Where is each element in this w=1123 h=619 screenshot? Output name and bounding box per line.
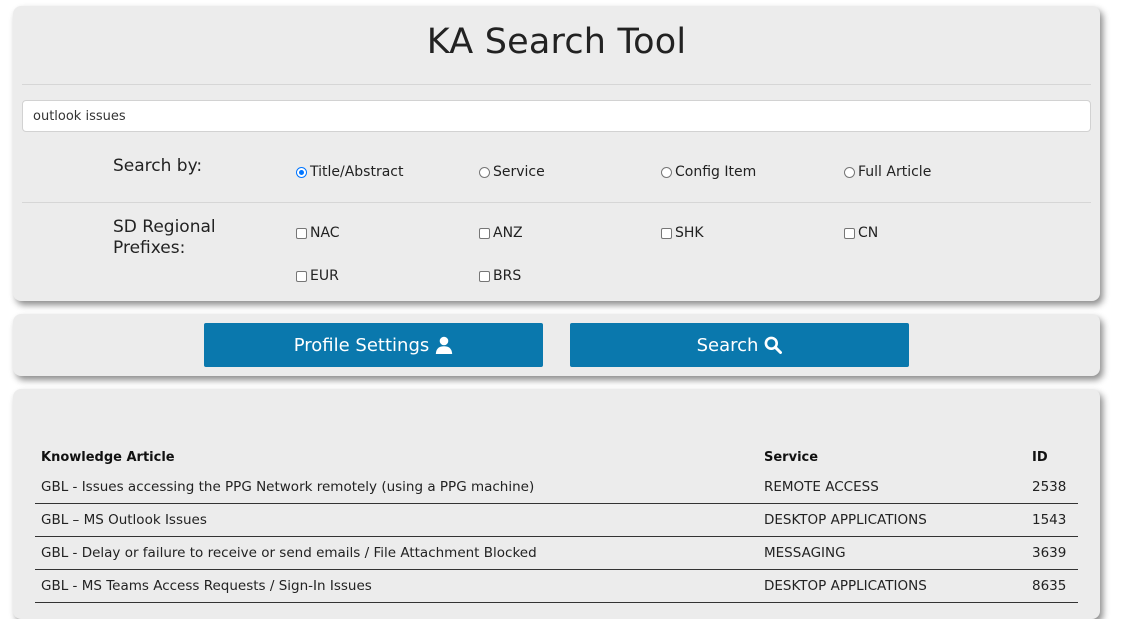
actions-panel: Profile Settings Search: [13, 314, 1100, 376]
article-link[interactable]: GBL - Issues accessing the PPG Network r…: [35, 471, 758, 504]
service-cell: MESSAGING: [764, 545, 846, 561]
radio-indicator[interactable]: [296, 166, 307, 178]
id-link[interactable]: 2538: [1026, 471, 1078, 504]
table-row: GBL – MS Outlook Issues DESKTOP APPLICAT…: [35, 504, 1078, 537]
search-input[interactable]: [22, 100, 1091, 132]
service-cell: DESKTOP APPLICATIONS: [764, 512, 927, 528]
search-icon: [764, 336, 783, 354]
search-by-label: Search by:: [113, 156, 203, 176]
regional-label-line1: SD Regional: [113, 217, 216, 237]
checkbox-indicator[interactable]: [844, 227, 855, 239]
radio-label: Config Item: [675, 164, 757, 180]
radio-indicator[interactable]: [844, 166, 855, 178]
checkbox-indicator[interactable]: [661, 227, 672, 239]
radio-label: Service: [493, 164, 545, 180]
regional-prefixes-label: SD Regional Prefixes:: [113, 217, 216, 259]
page-title: KA Search Tool: [426, 22, 687, 62]
checkbox-indicator[interactable]: [296, 227, 307, 239]
radio-config-item[interactable]: Config Item: [661, 164, 756, 180]
checkbox-shk[interactable]: SHK: [661, 225, 704, 241]
table-row: GBL - Delay or failure to receive or sen…: [35, 537, 1078, 570]
id-link[interactable]: 3639: [1026, 537, 1078, 570]
article-link[interactable]: GBL - MS Teams Access Requests / Sign-In…: [35, 570, 758, 603]
checkbox-indicator[interactable]: [479, 270, 490, 282]
checkbox-label: EUR: [310, 268, 339, 284]
results-table: Knowledge Article Service ID GBL - Issue…: [35, 444, 1078, 603]
checkbox-label: SHK: [675, 225, 704, 241]
id-link[interactable]: 8635: [1026, 570, 1078, 603]
checkbox-label: ANZ: [493, 225, 523, 241]
table-header-row: Knowledge Article Service ID: [35, 444, 1078, 471]
id-link[interactable]: 1543: [1026, 504, 1078, 537]
results-panel: Knowledge Article Service ID GBL - Issue…: [13, 389, 1100, 619]
checkbox-anz[interactable]: ANZ: [479, 225, 523, 241]
divider: [22, 202, 1091, 203]
user-icon: [435, 336, 453, 354]
table-row: GBL - MS Teams Access Requests / Sign-In…: [35, 570, 1078, 603]
radio-service[interactable]: Service: [479, 164, 545, 180]
checkbox-label: NAC: [310, 225, 340, 241]
checkbox-indicator[interactable]: [296, 270, 307, 282]
checkbox-cn[interactable]: CN: [844, 225, 878, 241]
radio-title-abstract[interactable]: Title/Abstract: [296, 164, 404, 180]
header-knowledge-article: Knowledge Article: [41, 450, 175, 465]
search-button[interactable]: Search: [570, 323, 909, 367]
profile-settings-label: Profile Settings: [293, 334, 430, 356]
header-service: Service: [764, 450, 819, 465]
checkbox-eur[interactable]: EUR: [296, 268, 339, 284]
radio-label: Full Article: [858, 164, 932, 180]
radio-label: Title/Abstract: [310, 164, 404, 180]
article-link[interactable]: GBL - Delay or failure to receive or sen…: [35, 537, 758, 570]
service-cell: DESKTOP APPLICATIONS: [764, 578, 927, 594]
profile-settings-button[interactable]: Profile Settings: [204, 323, 543, 367]
divider: [22, 84, 1091, 85]
checkbox-nac[interactable]: NAC: [296, 225, 340, 241]
radio-indicator[interactable]: [661, 166, 672, 178]
search-button-label: Search: [696, 334, 759, 356]
table-row: GBL - Issues accessing the PPG Network r…: [35, 471, 1078, 504]
header-id: ID: [1032, 450, 1048, 465]
radio-full-article[interactable]: Full Article: [844, 164, 931, 180]
checkbox-indicator[interactable]: [479, 227, 490, 239]
regional-label-line2: Prefixes:: [113, 238, 186, 258]
checkbox-label: CN: [858, 225, 879, 241]
article-link[interactable]: GBL – MS Outlook Issues: [35, 504, 758, 537]
checkbox-label: BRS: [493, 268, 522, 284]
radio-indicator[interactable]: [479, 166, 490, 178]
search-panel: KA Search Tool Search by: Title/Abstract…: [13, 6, 1100, 301]
service-cell: REMOTE ACCESS: [764, 479, 879, 495]
checkbox-brs[interactable]: BRS: [479, 268, 521, 284]
